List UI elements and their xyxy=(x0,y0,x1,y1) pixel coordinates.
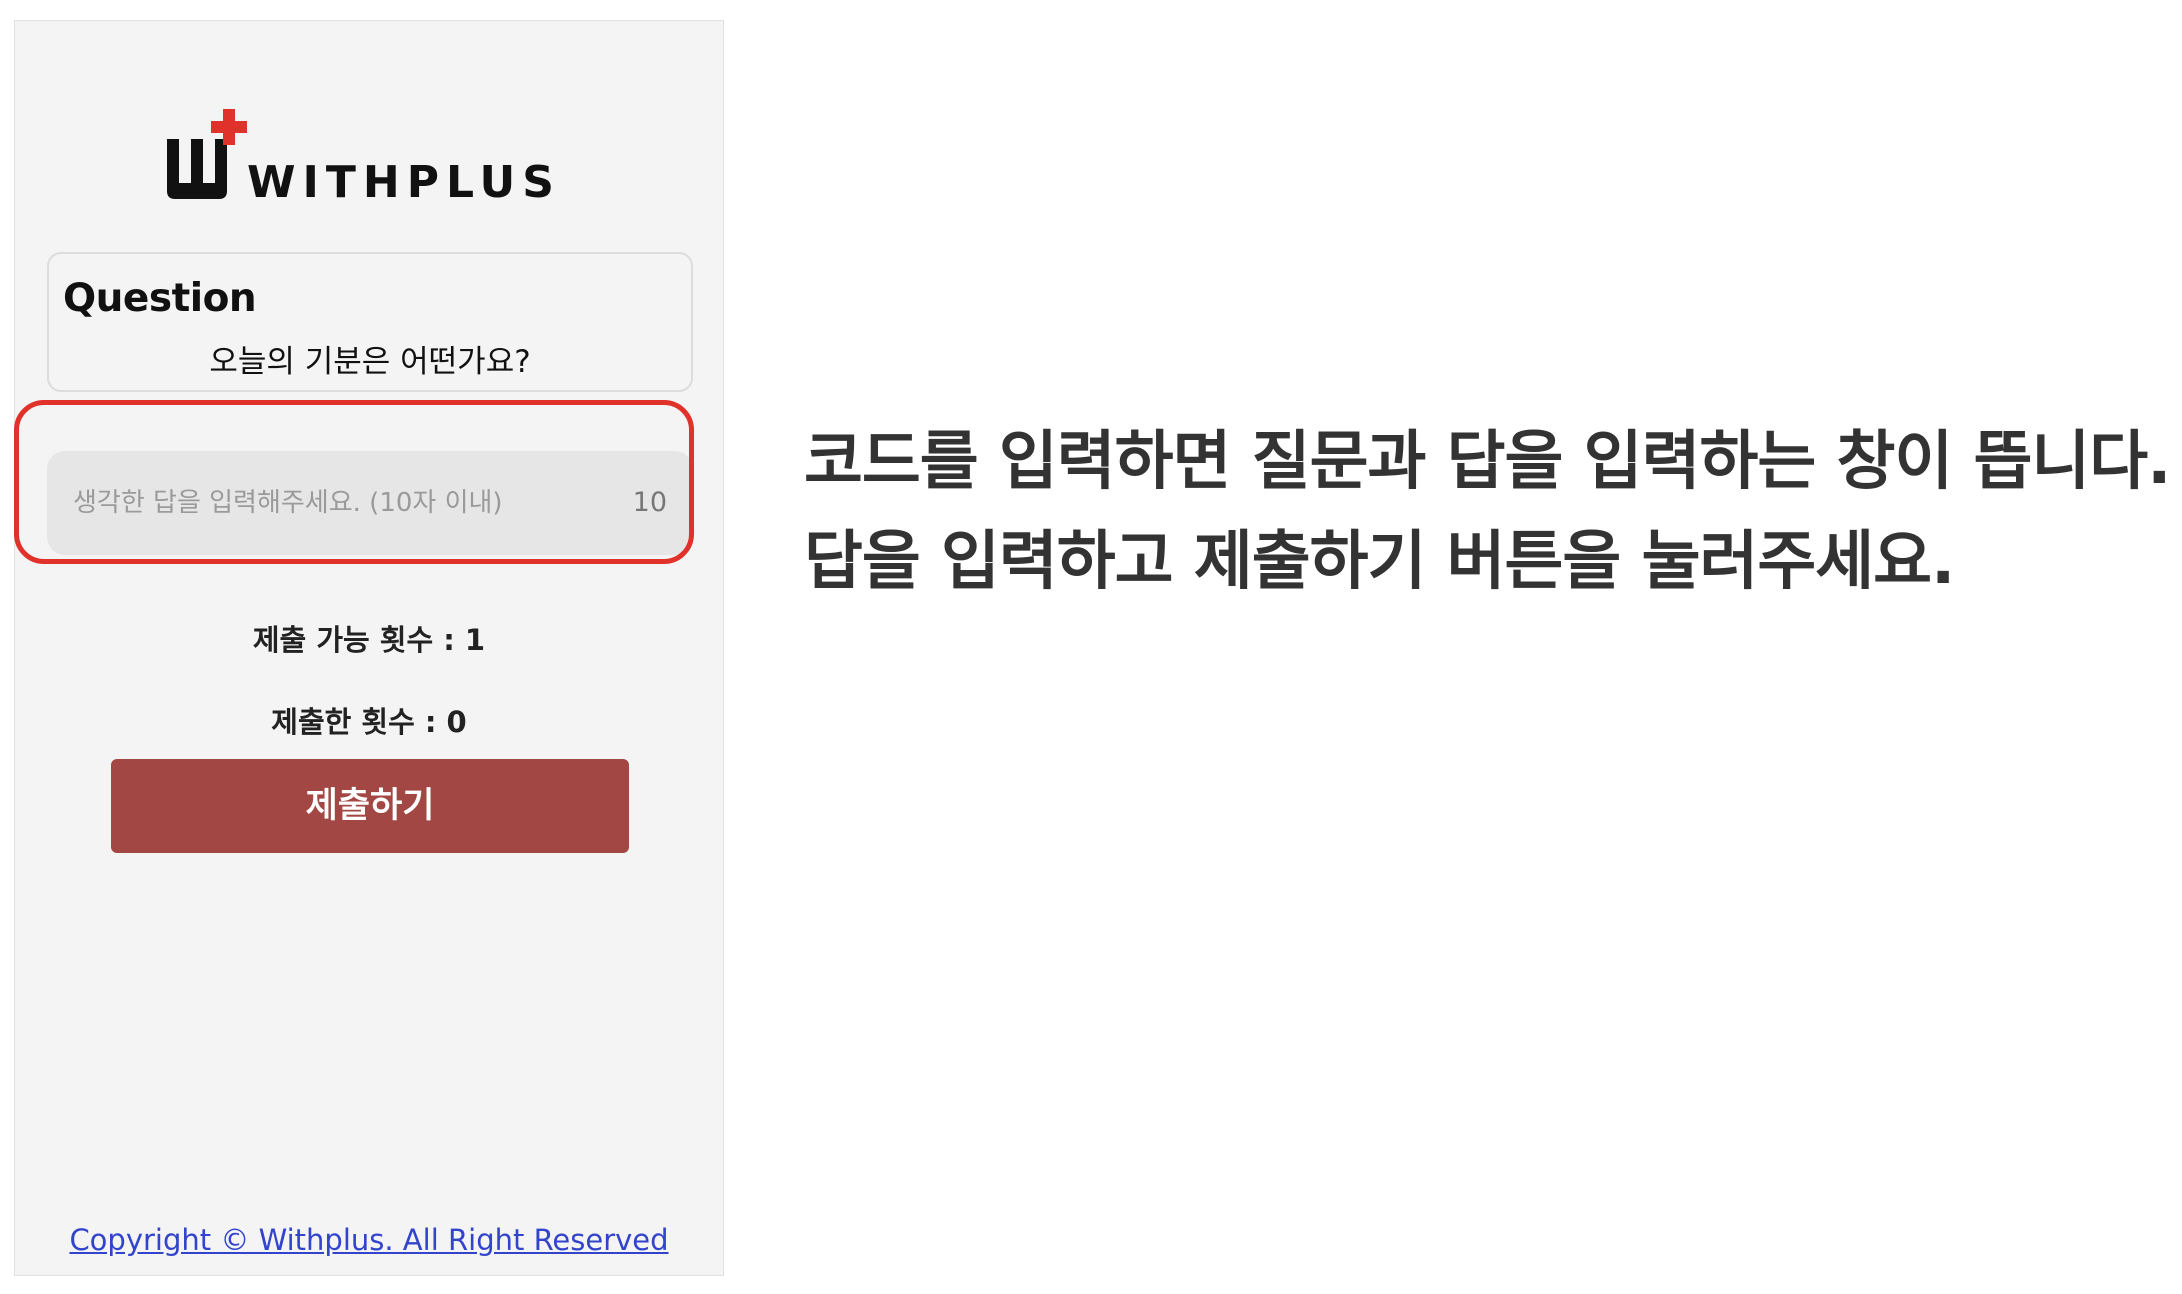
available-submissions: 제출 가능 횟수 : 1 xyxy=(252,623,486,657)
instruction-line-2: 답을 입력하고 제출하기 버튼을 눌러주세요. xyxy=(804,525,1955,599)
copyright-link[interactable]: Copyright © Withplus. All Right Reserved xyxy=(15,1223,723,1257)
brand-wordmark: WITHPLUS xyxy=(247,157,561,207)
question-card: Question 오늘의 기분은 어떤가요? xyxy=(47,252,693,392)
question-title: Question xyxy=(63,276,257,321)
mobile-screen: WITHPLUS Question 오늘의 기분은 어떤가요? 생각한 답을 입… xyxy=(14,20,724,1276)
withplus-logo: WITHPLUS xyxy=(167,109,561,207)
withplus-logo-icon xyxy=(167,109,247,199)
submit-button[interactable]: 제출하기 xyxy=(111,759,629,853)
question-text: 오늘의 기분은 어떤가요? xyxy=(209,344,531,380)
instruction-line-1: 코드를 입력하면 질문과 답을 입력하는 창이 뜹니다. xyxy=(804,425,2171,499)
answer-highlight-outline xyxy=(14,400,694,564)
submitted-count: 제출한 횟수 : 0 xyxy=(271,705,467,739)
instruction-text: 코드를 입력하면 질문과 답을 입력하는 창이 뜹니다. 답을 입력하고 제출하… xyxy=(804,412,2174,612)
